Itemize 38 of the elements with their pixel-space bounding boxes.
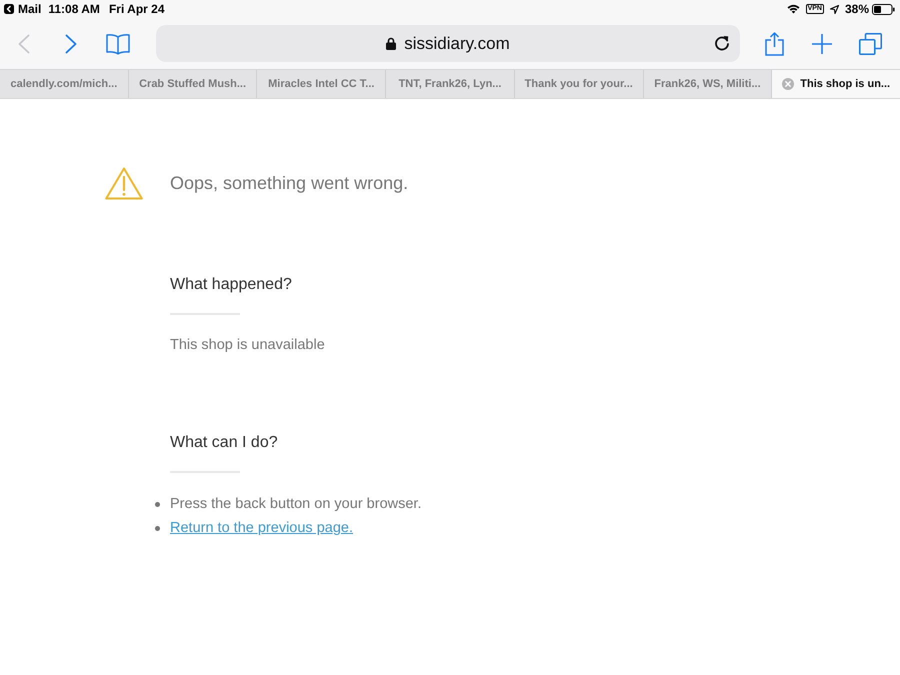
chevron-right-icon [65,34,77,54]
new-tab-button[interactable] [812,34,832,54]
close-tab-icon[interactable] [782,78,794,90]
section-heading: What happened? [170,275,292,295]
share-icon [765,32,784,56]
wifi-icon [786,4,800,14]
bookmarks-button[interactable] [106,32,130,54]
list-item-text: Press the back button on your browser. [170,495,422,514]
previous-page-link[interactable]: Return to the previous page. [170,516,353,540]
reload-icon [714,35,730,52]
location-arrow-icon [830,4,839,14]
section-text: This shop is unavailable [170,336,325,355]
browser-tab[interactable]: TNT, Frank26, Lyn... [386,70,515,98]
back-app-label[interactable]: Mail [18,2,42,16]
battery-percentage: 38% [844,2,869,16]
chevron-left-icon [18,34,30,54]
share-button[interactable] [765,32,784,56]
section-heading: What can I do? [170,433,278,453]
browser-tab[interactable]: Thank you for your... [514,70,644,98]
browser-tab[interactable]: Crab Stuffed Mush... [128,70,258,98]
open-book-icon [106,32,130,54]
reload-button[interactable] [714,35,730,52]
tabs-overview-button[interactable] [859,32,882,54]
address-field[interactable]: sissidiary.com [156,25,740,62]
browser-tab[interactable]: Miracles Intel CC T... [257,70,386,98]
browser-tab[interactable]: calendly.com/mich... [0,70,129,98]
warning-icon [105,167,143,200]
error-title: Oops, something went wrong. [170,173,408,194]
forward-button[interactable] [65,34,77,54]
browser-tab[interactable]: This shop is un... [772,70,900,98]
plus-icon [812,34,832,54]
status-date: Fri Apr 24 [108,2,165,16]
overlapping-squares-icon [859,32,882,54]
battery-icon [872,4,895,14]
bullet-icon [155,526,160,530]
bullet-icon [155,502,160,506]
back-to-app-icon[interactable] [4,4,14,14]
status-time: 11:08 AM [48,2,100,16]
